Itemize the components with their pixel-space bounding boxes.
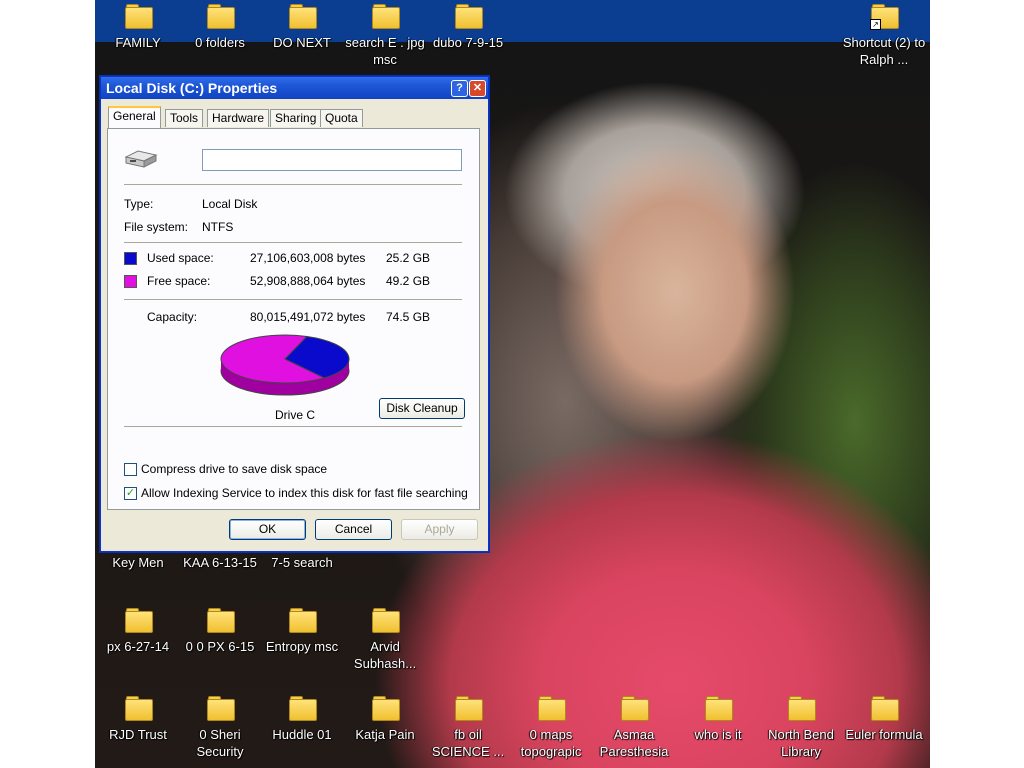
folder-icon bbox=[371, 696, 400, 721]
dialog-titlebar[interactable]: Local Disk (C:) Properties ? ✕ bbox=[101, 77, 488, 99]
file-system-label: File system: bbox=[124, 220, 189, 234]
type-label: Type: bbox=[124, 197, 154, 211]
desktop-icon-dubo[interactable]: dubo 7-9-15 bbox=[425, 0, 511, 51]
used-space-label: Used space: bbox=[147, 251, 214, 265]
free-space-swatch bbox=[124, 275, 137, 288]
desktop-icon-maps[interactable]: 0 maps topograpic bbox=[508, 692, 594, 760]
desktop-icon-key-men[interactable]: Key Men bbox=[95, 554, 181, 571]
file-system-value: NTFS bbox=[202, 220, 234, 234]
desktop-icon-0-0-px[interactable]: 0 0 PX 6-15 bbox=[177, 604, 263, 655]
desktop-icon-search-e[interactable]: search E . jpg msc bbox=[342, 0, 428, 68]
desktop-icon-rjd-trust[interactable]: RJD Trust bbox=[95, 692, 181, 743]
desktop-icon-asmaa[interactable]: Asmaa Paresthesia bbox=[591, 692, 677, 760]
close-button[interactable]: ✕ bbox=[469, 80, 486, 97]
disk-cleanup-button[interactable]: Disk Cleanup bbox=[379, 398, 465, 419]
folder-icon bbox=[288, 608, 317, 633]
tab-quota[interactable]: Quota bbox=[320, 109, 363, 127]
desktop-icon-sheri-security[interactable]: 0 Sheri Security bbox=[177, 692, 263, 760]
indexing-label[interactable]: Allow Indexing Service to index this dis… bbox=[141, 486, 468, 500]
free-space-gb: 49.2 GB bbox=[386, 274, 431, 288]
desktop-icon-arvid[interactable]: Arvid Subhash... bbox=[342, 604, 428, 672]
free-space-bytes: 52,908,888,064 bytes bbox=[250, 274, 366, 288]
ok-button[interactable]: OK bbox=[229, 519, 306, 540]
desktop-icon-kaa[interactable]: KAA 6-13-15 bbox=[177, 554, 263, 571]
tab-tools[interactable]: Tools bbox=[165, 109, 204, 127]
separator bbox=[124, 426, 462, 427]
folder-icon bbox=[371, 608, 400, 633]
desktop-icon-entropy[interactable]: Entropy msc bbox=[259, 604, 345, 655]
separator bbox=[124, 299, 462, 300]
folder-icon bbox=[787, 696, 816, 721]
folder-icon bbox=[124, 608, 153, 633]
free-space-label: Free space: bbox=[147, 274, 211, 288]
apply-button[interactable]: Apply bbox=[401, 519, 478, 540]
used-space-gb: 25.2 GB bbox=[386, 251, 431, 265]
desktop-icon-euler[interactable]: Euler formula bbox=[841, 692, 927, 743]
folder-icon bbox=[206, 4, 235, 29]
folder-icon bbox=[124, 696, 153, 721]
folder-icon bbox=[454, 4, 483, 29]
disk-usage-pie-chart bbox=[220, 334, 350, 396]
general-tab-panel: Type: Local Disk File system: NTFS Used … bbox=[107, 128, 480, 510]
folder-icon bbox=[371, 4, 400, 29]
dialog-title: Local Disk (C:) Properties bbox=[106, 80, 278, 96]
desktop-icon-family[interactable]: FAMILY bbox=[95, 0, 181, 51]
desktop-icon-north-bend[interactable]: North Bend Library bbox=[758, 692, 844, 760]
folder-icon bbox=[206, 696, 235, 721]
folder-icon bbox=[206, 608, 235, 633]
desktop-icon-do-next[interactable]: DO NEXT bbox=[259, 0, 345, 51]
help-button[interactable]: ? bbox=[451, 80, 468, 97]
used-space-swatch bbox=[124, 252, 137, 265]
indexing-checkbox[interactable]: ✓ bbox=[124, 487, 137, 500]
separator bbox=[124, 242, 462, 243]
desktop-icon-fb-oil[interactable]: fb oil SCIENCE ... bbox=[425, 692, 511, 760]
used-space-bytes: 27,106,603,008 bytes bbox=[250, 251, 366, 265]
desktop-icon-huddle[interactable]: Huddle 01 bbox=[259, 692, 345, 743]
folder-icon bbox=[537, 696, 566, 721]
capacity-bytes: 80,015,491,072 bytes bbox=[250, 310, 366, 324]
tab-hardware[interactable]: Hardware bbox=[207, 109, 270, 127]
desktop-icon-0-folders[interactable]: 0 folders bbox=[177, 0, 263, 51]
type-value: Local Disk bbox=[202, 197, 258, 211]
folder-icon bbox=[620, 696, 649, 721]
hard-drive-icon bbox=[124, 150, 158, 168]
separator bbox=[124, 184, 462, 185]
desktop-icon-shortcut-ralph[interactable]: ↗ Shortcut (2) to Ralph ... bbox=[841, 0, 927, 68]
drive-label: Drive C bbox=[275, 408, 316, 422]
compress-label[interactable]: Compress drive to save disk space bbox=[141, 462, 327, 476]
capacity-gb: 74.5 GB bbox=[386, 310, 431, 324]
desktop-icon-7-5-search[interactable]: 7-5 search bbox=[259, 554, 345, 571]
desktop-icon-katja-pain[interactable]: Katja Pain bbox=[342, 692, 428, 743]
shortcut-arrow-icon: ↗ bbox=[870, 19, 881, 30]
folder-icon bbox=[454, 696, 483, 721]
folder-icon bbox=[124, 4, 153, 29]
folder-icon bbox=[870, 696, 899, 721]
properties-dialog[interactable]: Local Disk (C:) Properties ? ✕ General T… bbox=[100, 76, 489, 552]
tab-general[interactable]: General bbox=[108, 106, 161, 128]
compress-checkbox[interactable] bbox=[124, 463, 137, 476]
desktop-icon-px-6-27-14[interactable]: px 6-27-14 bbox=[95, 604, 181, 655]
folder-icon bbox=[288, 4, 317, 29]
tab-sharing[interactable]: Sharing bbox=[270, 109, 322, 127]
cancel-button[interactable]: Cancel bbox=[315, 519, 392, 540]
drive-name-input[interactable] bbox=[202, 149, 462, 171]
desktop-icon-who-is-it[interactable]: who is it bbox=[675, 692, 761, 743]
folder-icon bbox=[704, 696, 733, 721]
capacity-label: Capacity: bbox=[147, 310, 198, 324]
folder-shortcut-icon: ↗ bbox=[870, 4, 899, 30]
folder-icon bbox=[288, 696, 317, 721]
